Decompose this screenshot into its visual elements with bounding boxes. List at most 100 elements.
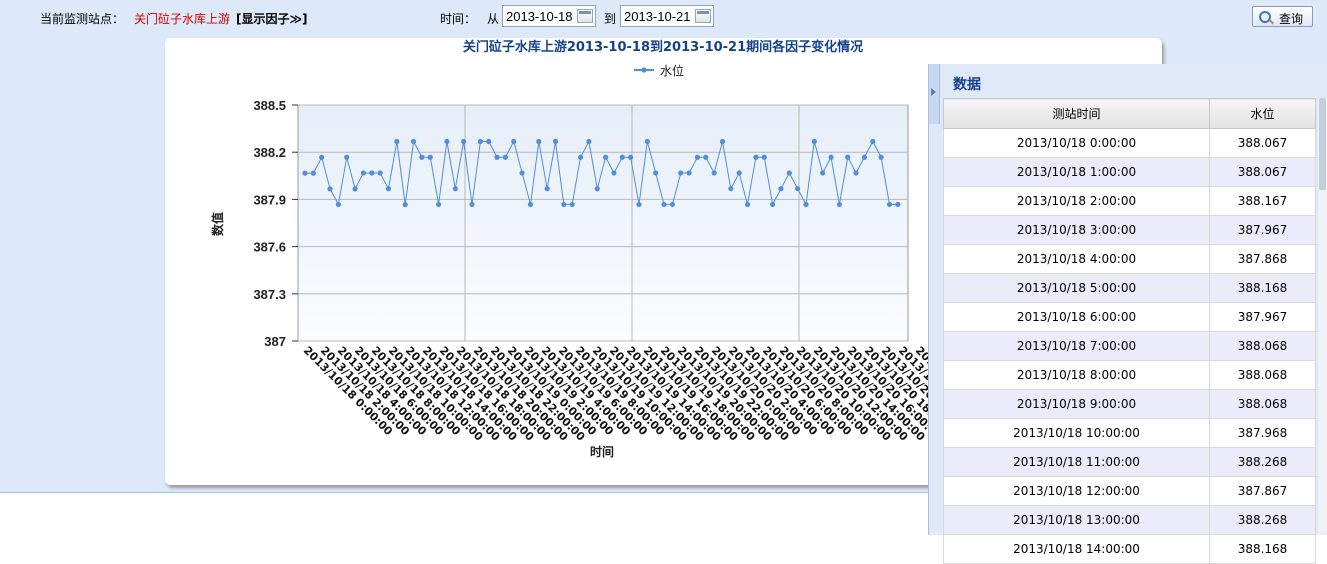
data-point (686, 170, 692, 176)
table-row[interactable]: 2013/10/18 5:00:00 388.168 (943, 273, 1316, 303)
data-point (302, 170, 308, 176)
y-tick-label: 387.6 (253, 240, 286, 255)
data-point (511, 138, 517, 145)
table-row[interactable]: 2013/10/18 14:00:00 388.168 (943, 534, 1316, 564)
data-point (344, 154, 350, 160)
table-row[interactable]: 2013/10/18 3:00:00 387.967 (943, 215, 1316, 245)
cell-time: 2013/10/18 5:00:00 (943, 273, 1210, 303)
data-point (628, 154, 634, 160)
data-point (327, 186, 333, 192)
table-row[interactable]: 2013/10/18 7:00:00 388.068 (943, 331, 1316, 361)
table-row[interactable]: 2013/10/18 6:00:00 387.967 (943, 302, 1316, 332)
cell-level: 388.067 (1209, 128, 1316, 158)
data-point (402, 201, 408, 208)
data-point (886, 201, 893, 208)
y-tick-label: 387.9 (253, 192, 286, 207)
table-row[interactable]: 2013/10/18 4:00:00 387.868 (943, 244, 1316, 274)
table-row[interactable]: 2013/10/18 8:00:00 388.068 (943, 360, 1316, 390)
cell-level: 388.268 (1209, 447, 1316, 477)
data-point (770, 201, 776, 208)
data-point (786, 170, 792, 176)
cell-level: 388.167 (1209, 186, 1316, 216)
data-point (644, 138, 650, 145)
cell-time: 2013/10/18 4:00:00 (943, 244, 1210, 274)
data-table: 测站时间 水位 2013/10/18 0:00:00 388.067 2013/10… (943, 98, 1316, 564)
data-point (319, 154, 325, 160)
table-row[interactable]: 2013/10/18 0:00:00 388.067 (943, 128, 1316, 158)
data-point (870, 138, 876, 145)
data-point (603, 154, 609, 160)
table-row[interactable]: 2013/10/18 10:00:00 387.968 (943, 418, 1316, 448)
data-point (519, 170, 525, 176)
data-point (377, 170, 383, 176)
data-point (477, 138, 483, 145)
cell-time: 2013/10/18 0:00:00 (943, 128, 1210, 158)
cell-level: 388.068 (1209, 360, 1316, 390)
data-point (878, 154, 884, 160)
data-point (436, 201, 442, 208)
cell-time: 2013/10/18 12:00:00 (943, 476, 1210, 506)
data-point (369, 170, 375, 176)
data-point (811, 138, 817, 145)
data-point (803, 201, 809, 208)
data-point (761, 154, 767, 160)
data-point (795, 186, 801, 192)
cell-level: 388.168 (1209, 534, 1316, 564)
table-row[interactable]: 2013/10/18 2:00:00 388.167 (943, 186, 1316, 216)
data-point (486, 138, 492, 145)
table-row[interactable]: 2013/10/18 1:00:00 388.067 (943, 157, 1316, 187)
column-header-time[interactable]: 测站时间 (943, 98, 1210, 129)
scrollbar-thumb[interactable] (1319, 98, 1326, 190)
cell-time: 2013/10/18 9:00:00 (943, 389, 1210, 419)
y-axis-label: 数值 (210, 212, 225, 236)
table-row[interactable]: 2013/10/18 13:00:00 388.268 (943, 505, 1316, 535)
data-point (778, 186, 784, 192)
vertical-scrollbar[interactable] (1318, 98, 1327, 535)
table-row[interactable]: 2013/10/18 11:00:00 388.268 (943, 447, 1316, 477)
data-point (736, 170, 742, 176)
y-tick-label: 388.2 (253, 145, 286, 160)
data-point (678, 170, 684, 176)
table-row[interactable]: 2013/10/18 9:00:00 388.068 (943, 389, 1316, 419)
data-point (586, 138, 592, 145)
cell-time: 2013/10/18 7:00:00 (943, 331, 1210, 361)
data-point (753, 154, 759, 160)
data-point (494, 154, 500, 160)
data-point (820, 170, 826, 176)
cell-time: 2013/10/18 1:00:00 (943, 157, 1210, 187)
data-point (502, 154, 508, 160)
collapse-handle[interactable] (929, 64, 940, 124)
data-point (410, 138, 417, 145)
legend-marker (641, 67, 647, 73)
cell-level: 387.868 (1209, 244, 1316, 274)
cell-level: 387.867 (1209, 476, 1316, 506)
data-point (694, 154, 701, 160)
column-header-level[interactable]: 水位 (1209, 98, 1316, 129)
data-point (711, 170, 717, 176)
data-point (577, 154, 584, 160)
data-point (561, 201, 567, 208)
y-tick-label: 387 (264, 334, 286, 349)
data-point (828, 154, 834, 160)
data-point (703, 154, 709, 160)
data-point (895, 201, 901, 208)
data-point (352, 186, 358, 192)
y-tick-label: 388.5 (253, 98, 286, 113)
table-row[interactable]: 2013/10/18 12:00:00 387.867 (943, 476, 1316, 506)
cell-level: 387.967 (1209, 302, 1316, 332)
data-point (444, 138, 450, 145)
cell-time: 2013/10/18 13:00:00 (943, 505, 1210, 535)
cell-level: 387.967 (1209, 215, 1316, 245)
cell-time: 2013/10/18 8:00:00 (943, 360, 1210, 390)
legend-label: 水位 (660, 63, 684, 78)
cell-time: 2013/10/18 11:00:00 (943, 447, 1210, 477)
data-point (452, 186, 458, 192)
data-point (611, 170, 617, 176)
data-point (469, 201, 475, 208)
cell-level: 388.168 (1209, 273, 1316, 303)
data-point (861, 154, 868, 160)
data-point (536, 138, 542, 145)
cell-time: 2013/10/18 14:00:00 (943, 534, 1210, 564)
data-point (419, 154, 425, 160)
data-point (719, 138, 726, 145)
